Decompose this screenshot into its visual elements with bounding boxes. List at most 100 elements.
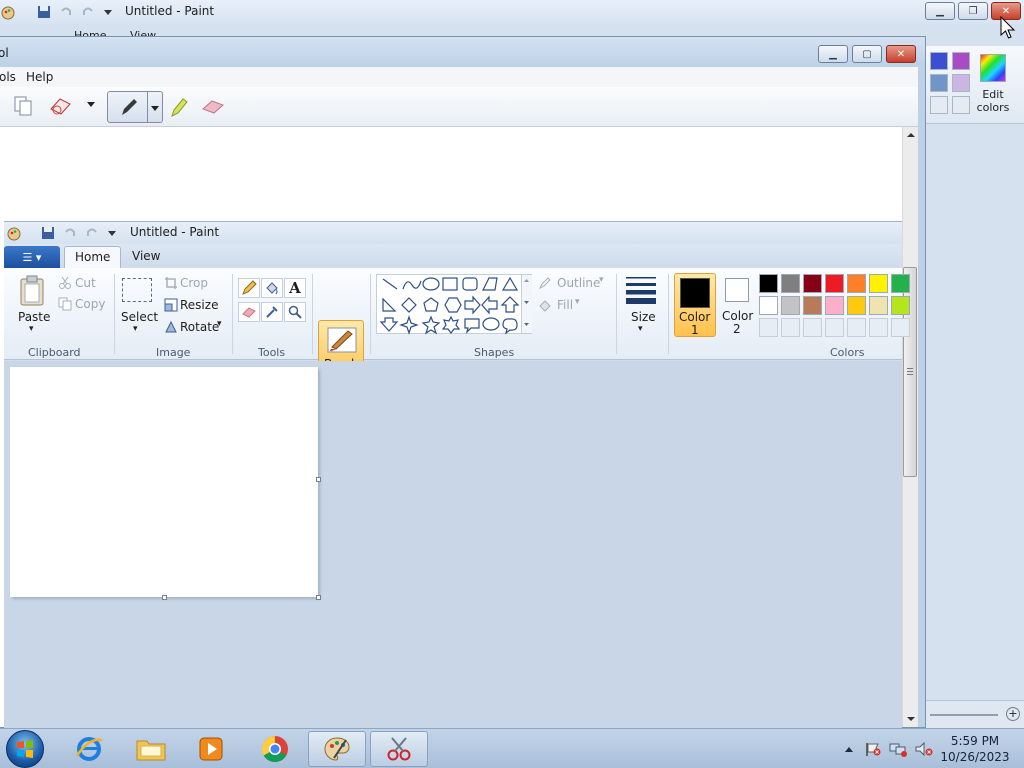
palette-color[interactable]: [847, 274, 866, 293]
palette-color[interactable]: [759, 296, 778, 315]
save-icon[interactable]: [36, 4, 52, 20]
palette-color[interactable]: [825, 274, 844, 293]
shapes-gallery[interactable]: [376, 274, 532, 335]
undo-icon[interactable]: [58, 4, 74, 20]
palette-color[interactable]: [781, 274, 800, 293]
quick-access-dropdown-icon[interactable]: [104, 225, 120, 241]
show-hidden-icons-icon[interactable]: [844, 745, 854, 753]
menu-help[interactable]: Help: [26, 70, 53, 84]
volume-muted-icon[interactable]: [914, 741, 934, 757]
crop-icon[interactable]: [164, 276, 178, 290]
fill-label[interactable]: Fill: [557, 298, 573, 312]
magnifier-tool[interactable]: [284, 302, 306, 322]
rotate-dropdown-icon[interactable]: ▾: [217, 319, 222, 329]
send-snip-icon[interactable]: [48, 95, 74, 117]
palette-custom-slot[interactable]: [891, 318, 910, 337]
eraser-tool[interactable]: [238, 302, 260, 322]
palette-custom-slot[interactable]: [825, 318, 844, 337]
taskbar-internet-explorer[interactable]: [60, 731, 118, 767]
palette-color[interactable]: [781, 296, 800, 315]
paint-canvas[interactable]: [10, 367, 318, 597]
paste-label[interactable]: Paste: [18, 310, 50, 324]
outline-dropdown-icon[interactable]: ▾: [599, 275, 604, 285]
bg-zoom-slider[interactable]: +: [924, 700, 1024, 728]
size-label[interactable]: Size: [631, 310, 656, 324]
eraser-icon[interactable]: [200, 97, 226, 117]
taskbar-chrome[interactable]: [246, 731, 304, 767]
size-icon[interactable]: [624, 274, 658, 304]
palette-custom-slot[interactable]: [803, 318, 822, 337]
tab-home[interactable]: Home: [64, 246, 122, 268]
copy-icon[interactable]: [12, 95, 34, 117]
bg-color-swatch[interactable]: [952, 52, 970, 70]
canvas-resize-handle-right[interactable]: [316, 477, 321, 482]
taskbar-snipping-tool[interactable]: [370, 731, 428, 767]
snip-close-button[interactable]: ✕: [886, 45, 916, 63]
resize-icon[interactable]: [164, 298, 178, 312]
color2-swatch[interactable]: [725, 278, 749, 302]
color1-button[interactable]: Color 1: [674, 273, 716, 337]
pen-dropdown-icon[interactable]: [150, 103, 160, 113]
text-tool[interactable]: A: [284, 278, 306, 298]
bg-color-swatch[interactable]: [952, 96, 970, 114]
taskbar-file-explorer[interactable]: [122, 731, 180, 767]
paste-icon[interactable]: [18, 274, 46, 306]
palette-color[interactable]: [869, 296, 888, 315]
select-label[interactable]: Select: [121, 310, 158, 324]
tab-view[interactable]: View: [122, 246, 170, 268]
bg-restore-button[interactable]: ❐: [958, 2, 988, 20]
highlighter-icon[interactable]: [168, 95, 190, 119]
fill-icon[interactable]: [538, 298, 552, 312]
palette-color[interactable]: [803, 296, 822, 315]
select-icon[interactable]: [122, 278, 152, 302]
palette-custom-slot[interactable]: [759, 318, 778, 337]
palette-custom-slot[interactable]: [869, 318, 888, 337]
cut-label[interactable]: Cut: [75, 276, 96, 290]
paste-dropdown-icon[interactable]: ▾: [29, 324, 34, 334]
select-dropdown-icon[interactable]: ▾: [133, 324, 138, 334]
pencil-tool[interactable]: [238, 278, 260, 298]
redo-icon[interactable]: [80, 4, 96, 20]
cut-icon[interactable]: [58, 276, 72, 290]
edit-colors-label[interactable]: Edit colors: [970, 88, 1016, 114]
save-icon[interactable]: [40, 225, 56, 241]
bg-color-swatch[interactable]: [930, 74, 948, 92]
outline-label[interactable]: Outline: [557, 276, 600, 290]
palette-custom-slot[interactable]: [781, 318, 800, 337]
fill-dropdown-icon[interactable]: ▾: [575, 297, 580, 307]
taskbar-paint[interactable]: [308, 731, 366, 767]
bg-minimize-button[interactable]: ▁: [925, 2, 955, 20]
scroll-up-icon[interactable]: [906, 131, 916, 139]
quick-access-dropdown-icon[interactable]: [100, 4, 116, 20]
redo-icon[interactable]: [84, 225, 100, 241]
palette-color[interactable]: [869, 274, 888, 293]
network-icon[interactable]: [888, 741, 908, 757]
send-dropdown-icon[interactable]: [86, 99, 96, 109]
color-picker-tool[interactable]: [261, 302, 283, 322]
scroll-down-icon[interactable]: [906, 715, 916, 723]
copy-icon[interactable]: [58, 297, 72, 311]
palette-color[interactable]: [847, 296, 866, 315]
action-center-flag-icon[interactable]: [864, 741, 882, 757]
canvas-resize-handle-bottom[interactable]: [162, 595, 167, 600]
pen-tool-button[interactable]: [107, 91, 163, 123]
rotate-icon[interactable]: [164, 320, 178, 334]
palette-color[interactable]: [803, 274, 822, 293]
undo-icon[interactable]: [62, 225, 78, 241]
resize-label[interactable]: Resize: [180, 298, 218, 312]
snip-minimize-button[interactable]: ▁: [818, 45, 848, 63]
bg-color-swatch[interactable]: [952, 74, 970, 92]
outline-icon[interactable]: [538, 276, 552, 290]
start-button[interactable]: [6, 730, 44, 768]
zoom-in-icon[interactable]: +: [1006, 707, 1020, 721]
edit-colors-icon[interactable]: [980, 54, 1006, 82]
palette-custom-slot[interactable]: [847, 318, 866, 337]
system-clock[interactable]: 5:59 PM 10/26/2023: [938, 733, 1012, 765]
canvas-resize-handle-corner[interactable]: [316, 595, 321, 600]
fill-tool[interactable]: [261, 278, 283, 298]
bg-color-swatch[interactable]: [930, 52, 948, 70]
palette-color[interactable]: [759, 274, 778, 293]
snip-maximize-button[interactable]: ▢: [852, 45, 882, 63]
size-dropdown-icon[interactable]: ▾: [638, 324, 643, 334]
palette-color[interactable]: [891, 296, 910, 315]
